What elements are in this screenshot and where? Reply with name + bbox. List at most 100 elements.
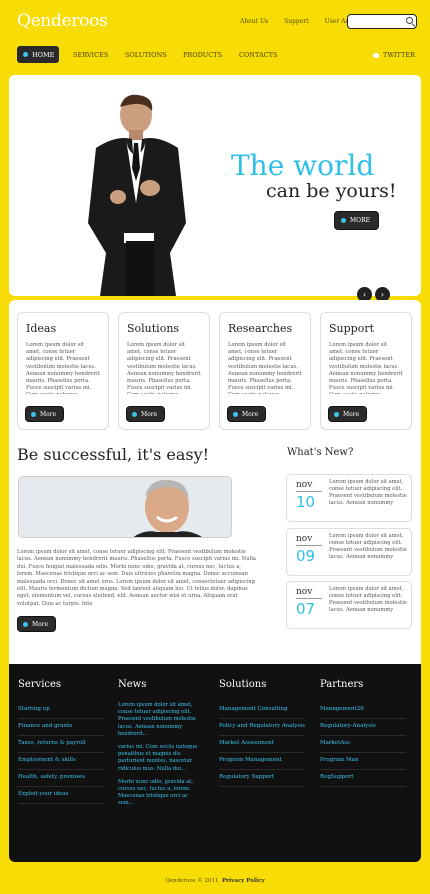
search-input[interactable] xyxy=(347,14,417,29)
footer-link[interactable]: Regulatory-Analysis xyxy=(320,719,406,736)
feature-text: Lorem ipsum dolor sit amet, conse tetuer… xyxy=(26,342,100,394)
footer: Services Starting up Finance and grants … xyxy=(9,664,421,862)
section-more-button[interactable]: More xyxy=(18,617,56,631)
divider xyxy=(296,545,322,546)
copyright: Qenderoos © 2011 Privacy Policy xyxy=(0,878,430,884)
footer-link[interactable]: Program Management xyxy=(219,753,305,770)
nav-products[interactable]: PRODUCTS xyxy=(183,51,222,59)
twitter-label: TWITTER xyxy=(382,51,415,59)
footer-link[interactable]: Taxes, returns & payroll xyxy=(18,736,104,753)
footer-link[interactable]: Program Man xyxy=(320,753,406,770)
feature-title: Ideas xyxy=(26,322,57,335)
footer-link[interactable]: Management20 xyxy=(320,702,406,719)
section-title: Be successful, it's easy! xyxy=(17,445,210,464)
nav-home-label: HOME xyxy=(32,50,55,59)
slider-subline: can be yours! xyxy=(266,180,397,202)
news-month: nov xyxy=(296,534,313,544)
features-section: Ideas Lorem ipsum dolor sit amet, conse … xyxy=(9,300,421,440)
copyright-text: Qenderoos © 2011 xyxy=(165,878,219,884)
divider xyxy=(296,598,322,599)
footer-heading: Services xyxy=(18,679,62,690)
search-icon[interactable] xyxy=(406,17,413,24)
footer-link[interactable]: Finance and grants xyxy=(18,719,104,736)
footer-link[interactable]: Management Consulting xyxy=(219,702,305,719)
news-month: nov xyxy=(296,480,313,490)
feature-card: Solutions Lorem ipsum dolor sit amet, co… xyxy=(118,312,210,430)
news-item[interactable]: nov 10 Lorem ipsum dolor sit amet, conse… xyxy=(286,474,412,522)
bullet-icon xyxy=(233,411,238,417)
bullet-icon xyxy=(23,52,28,57)
twitter-icon xyxy=(372,52,379,58)
businessman-image xyxy=(88,94,186,296)
feature-more-button[interactable]: More xyxy=(329,407,367,421)
news-text: Lorem ipsum dolor sit amet, conse tetuer… xyxy=(329,533,407,560)
footer-heading: Partners xyxy=(320,679,364,690)
bullet-icon xyxy=(23,621,28,627)
feature-more-button[interactable]: More xyxy=(26,407,64,421)
support-link[interactable]: Support xyxy=(284,18,309,25)
footer-link[interactable]: RegSupport xyxy=(320,770,406,787)
news-text: Lorem ipsum dolor sit amet, conse tetuer… xyxy=(329,479,407,506)
more-label: More xyxy=(242,410,259,418)
feature-title: Researches xyxy=(228,322,293,335)
news-text: Lorem ipsum dolor sit amet, conse tetuer… xyxy=(329,586,407,613)
footer-link[interactable]: Market Assessment xyxy=(219,736,305,753)
feature-title: Support xyxy=(329,322,375,335)
feature-text: Lorem ipsum dolor sit amet, conse tetuer… xyxy=(228,342,302,394)
more-label: MORE xyxy=(350,217,370,224)
news-day: 07 xyxy=(296,600,316,618)
news-date: nov 07 xyxy=(296,587,322,618)
footer-link[interactable]: Starting up xyxy=(18,702,104,719)
news-date: nov 09 xyxy=(296,534,322,565)
news-item[interactable]: nov 09 Lorem ipsum dolor sit amet, conse… xyxy=(286,528,412,576)
more-label: More xyxy=(32,620,49,628)
footer-link[interactable]: Exploit your ideas xyxy=(18,787,104,804)
footer-link[interactable]: Employment & skills xyxy=(18,753,104,770)
portrait-image xyxy=(18,476,232,538)
nav-home[interactable]: HOME xyxy=(17,46,59,63)
slider-more-button[interactable]: MORE xyxy=(335,212,378,229)
logo[interactable]: Qenderoos xyxy=(17,11,108,31)
footer-news-text[interactable]: Morbi nunc odio, gravida at, cursus nec,… xyxy=(118,779,204,808)
nav-solutions[interactable]: SOLUTIONS xyxy=(125,51,167,59)
news-day: 09 xyxy=(296,547,316,565)
footer-solutions: Solutions Management Consulting Policy a… xyxy=(219,679,305,787)
feature-more-button[interactable]: More xyxy=(127,407,165,421)
footer-link[interactable]: Health, safety, premises xyxy=(18,770,104,787)
footer-news-text[interactable]: Lorem ipsum dolor sit amet, conse tetuer… xyxy=(118,702,204,738)
nav-contacts[interactable]: CONTACTS xyxy=(239,51,277,59)
footer-news-text[interactable]: varius mi. Cum sociis natoque penatibus … xyxy=(118,744,204,773)
content-section: Be successful, it's easy! Lorem ipsum do… xyxy=(9,440,421,690)
twitter-link[interactable]: TWITTER xyxy=(372,51,415,59)
smiling-man-photo xyxy=(19,477,231,537)
nav-services[interactable]: SERVICES xyxy=(73,51,108,59)
news-date: nov 10 xyxy=(296,480,322,511)
feature-text: Lorem ipsum dolor sit amet, conse tetuer… xyxy=(329,342,403,394)
divider xyxy=(296,491,322,492)
footer-link[interactable]: Policy and Regulatory Analysis xyxy=(219,719,305,736)
feature-more-button[interactable]: More xyxy=(228,407,266,421)
footer-heading: Solutions xyxy=(219,679,267,690)
footer-services: Services Starting up Finance and grants … xyxy=(18,679,104,804)
bullet-icon xyxy=(31,411,36,417)
bullet-icon xyxy=(341,218,346,223)
news-item[interactable]: nov 07 Lorem ipsum dolor sit amet, conse… xyxy=(286,581,412,629)
privacy-policy-link[interactable]: Privacy Policy xyxy=(222,878,265,884)
more-label: More xyxy=(343,410,360,418)
footer-news: News Lorem ipsum dolor sit amet, conse t… xyxy=(118,679,204,814)
about-us-link[interactable]: About Us xyxy=(240,18,268,25)
feature-card: Ideas Lorem ipsum dolor sit amet, conse … xyxy=(17,312,109,430)
feature-card: Support Lorem ipsum dolor sit amet, cons… xyxy=(320,312,412,430)
bullet-icon xyxy=(132,411,137,417)
bullet-icon xyxy=(334,411,339,417)
hero-slider: The world can be yours! MORE xyxy=(9,75,421,296)
footer-link[interactable]: MarketAss xyxy=(320,736,406,753)
more-label: More xyxy=(141,410,158,418)
main-nav: HOME SERVICES SOLUTIONS PRODUCTS CONTACT… xyxy=(17,46,417,63)
whats-new-title: What's New? xyxy=(287,447,354,458)
footer-heading: News xyxy=(118,679,147,690)
feature-title: Solutions xyxy=(127,322,180,335)
news-month: nov xyxy=(296,587,313,597)
footer-link[interactable]: Regulatory Support xyxy=(219,770,305,787)
footer-partners: Partners Management20 Regulatory-Analysi… xyxy=(320,679,406,787)
